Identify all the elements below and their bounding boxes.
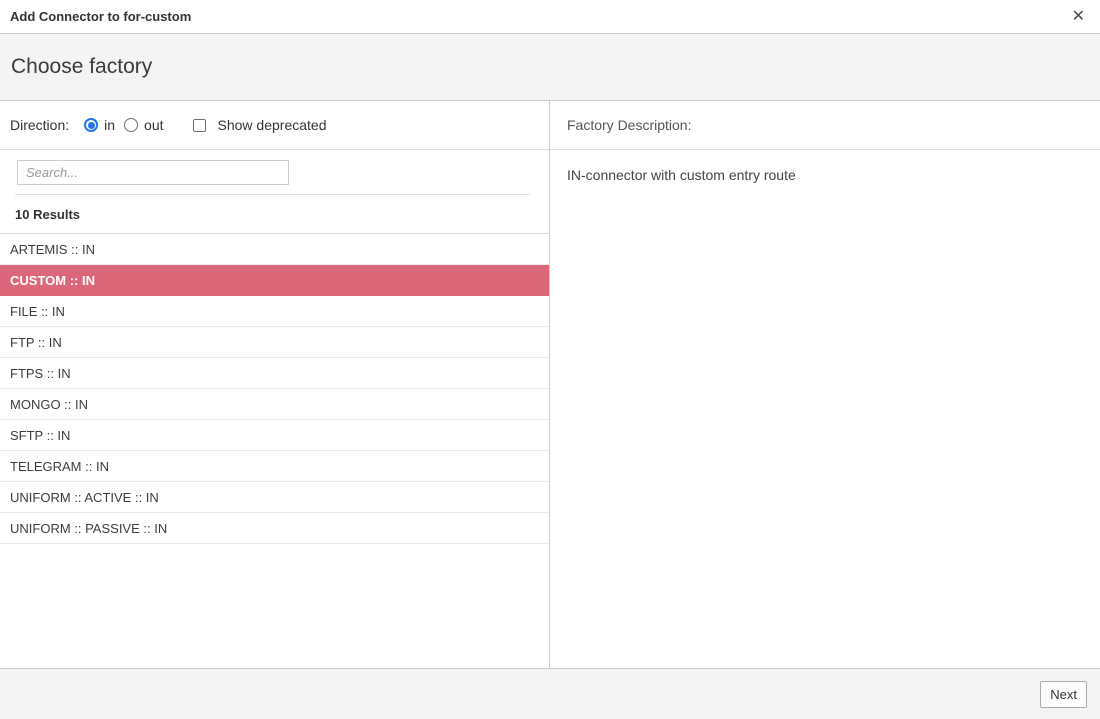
close-icon[interactable]: ✕	[1070, 7, 1087, 27]
description-header: Factory Description:	[550, 101, 1100, 150]
radio-icon	[84, 118, 98, 132]
show-deprecated-checkbox[interactable]: Show deprecated	[193, 117, 327, 133]
search-row	[0, 150, 549, 185]
radio-icon	[124, 118, 138, 132]
checkbox-label: Show deprecated	[218, 117, 327, 133]
dialog-subheader: Choose factory	[0, 34, 1100, 101]
list-item[interactable]: ARTEMIS :: IN	[0, 234, 549, 265]
list-item[interactable]: UNIFORM :: PASSIVE :: IN	[0, 513, 549, 544]
dialog-content: Direction: in out Show deprecated 10 R	[0, 101, 1100, 668]
list-item[interactable]: FTP :: IN	[0, 327, 549, 358]
factory-selection-panel: Direction: in out Show deprecated 10 R	[0, 101, 550, 668]
list-item[interactable]: MONGO :: IN	[0, 389, 549, 420]
direction-radio-in[interactable]: in	[84, 117, 115, 133]
direction-label: Direction:	[10, 117, 69, 133]
results-count: 10 Results	[0, 195, 549, 234]
factory-list: ARTEMIS :: INCUSTOM :: INFILE :: INFTP :…	[0, 234, 549, 668]
list-item[interactable]: SFTP :: IN	[0, 420, 549, 451]
direction-radio-out[interactable]: out	[124, 117, 163, 133]
radio-label: in	[104, 117, 115, 133]
list-item[interactable]: UNIFORM :: ACTIVE :: IN	[0, 482, 549, 513]
direction-filter-row: Direction: in out Show deprecated	[0, 101, 549, 150]
list-item[interactable]: FTPS :: IN	[0, 358, 549, 389]
list-item[interactable]: FILE :: IN	[0, 296, 549, 327]
dialog-titlebar: Add Connector to for-custom ✕	[0, 0, 1100, 34]
checkbox-icon	[193, 119, 206, 132]
description-text: IN-connector with custom entry route	[550, 150, 1100, 200]
list-item[interactable]: TELEGRAM :: IN	[0, 451, 549, 482]
page-title: Choose factory	[11, 55, 152, 79]
factory-description-panel: Factory Description: IN-connector with c…	[550, 101, 1100, 668]
search-input[interactable]	[17, 160, 289, 185]
radio-label: out	[144, 117, 163, 133]
dialog-title: Add Connector to for-custom	[10, 9, 1070, 24]
description-label: Factory Description:	[567, 117, 691, 133]
dialog-footer: Next	[0, 668, 1100, 719]
add-connector-dialog: Add Connector to for-custom ✕ Choose fac…	[0, 0, 1100, 719]
next-button[interactable]: Next	[1040, 681, 1087, 708]
list-item[interactable]: CUSTOM :: IN	[0, 265, 549, 296]
